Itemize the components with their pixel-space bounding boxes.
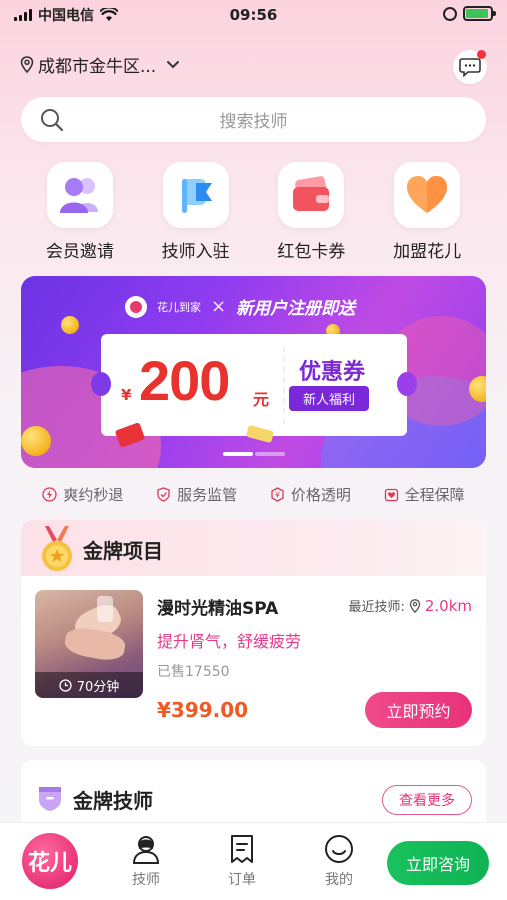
shield-badge-icon [39,787,61,811]
coin-decoration [61,316,79,334]
order-icon [231,835,253,863]
service-price: ¥399.00 [157,698,249,722]
price-tag-icon: ¥ [271,487,284,502]
location-pin-icon [409,598,421,613]
book-now-button[interactable]: 立即预约 [365,692,472,728]
tab-orders[interactable]: 订单 [212,833,272,889]
promo-banner[interactable]: 花儿到家 × 新用户注册即送 ¥ 200 元 优惠券 新人福利 [21,276,486,468]
location-selector[interactable]: 成都市金牛区... [20,52,180,77]
battery-icon [463,6,496,21]
carousel-dot [254,452,285,456]
tab-home-logo[interactable]: 花儿 [22,833,78,889]
service-tagline: 提升肾气，舒缓疲劳 [157,632,302,651]
quick-nav-label: 红包卡券 [277,242,346,262]
carousel-indicator [222,452,285,456]
messages-button[interactable] [453,50,487,84]
coin-decoration [21,426,51,456]
brand-name: 花儿到家 [157,300,201,314]
gold-projects-header: 金牌项目 [21,520,486,576]
carrier-name: 中国电信 [38,8,94,24]
quick-nav-technician-join[interactable]: 技师入驻 [146,162,246,262]
coupon-currency: ¥ [121,386,132,404]
signal-icon [14,9,32,21]
rotation-lock-icon [443,6,457,21]
status-bar: 中国电信 09:56 [0,0,507,30]
banner-header: 花儿到家 × 新用户注册即送 [125,294,355,319]
tab-profile[interactable]: 我的 [309,833,369,889]
feature-transparent-price: ¥ 价格透明 [270,484,351,505]
coupon-divider [283,346,285,424]
quick-nav-members[interactable]: 会员邀请 [30,162,130,262]
coupon-unit: 元 [253,390,270,409]
quick-nav-label: 技师入驻 [161,242,230,262]
quick-nav-label: 加盟花儿 [393,242,462,262]
search-bar[interactable]: 搜索技师 [21,97,486,142]
medal-icon [42,526,72,571]
coupon-amount: 200 [139,349,230,412]
feature-supervision: 服务监管 [156,484,237,505]
service-guarantees: 爽约秒退 服务监管 ¥ 价格透明 全程保障 [0,484,507,505]
location-pin-icon [20,56,34,73]
unread-dot [477,50,486,59]
status-time: 09:56 [229,6,278,24]
nearest-technician: 最近技师: 2.0km [348,596,472,616]
flag-icon [162,162,229,228]
feature-instant-refund: 爽约秒退 [42,484,123,505]
chevron-down-icon [167,60,180,68]
gold-projects-section: 金牌项目 70分钟 漫时光精油SPA 最近技师: 2.0km 提升肾气，舒缓疲劳… [21,520,486,746]
quick-nav-franchise[interactable]: 加盟花儿 [377,162,477,262]
svg-text:¥: ¥ [275,491,280,500]
duration-tag: 70分钟 [35,672,143,698]
view-more-button[interactable]: 查看更多 [382,785,472,815]
feature-full-protection: 全程保障 [384,484,465,505]
search-placeholder: 搜索技师 [219,112,288,132]
service-thumbnail[interactable]: 70分钟 [35,590,143,698]
person-icon [132,836,160,864]
section-title: 金牌技师 [73,789,153,813]
tab-technicians[interactable]: 技师 [116,833,176,889]
banner-headline: 新用户注册即送 [236,299,356,319]
sold-count: 已售17550 [157,664,230,680]
location-label: 成都市金牛区... [38,57,157,77]
heart-box-icon [384,488,398,502]
distance: 2.0km [424,596,472,615]
section-title: 金牌项目 [83,539,163,563]
search-icon [41,109,64,132]
bottom-tab-bar: 花儿 技师 订单 我的 立即咨询 [0,822,507,900]
wallet-icon [278,162,345,228]
lightning-icon [42,487,58,502]
cross-icon: × [211,296,227,317]
members-icon [46,162,113,228]
chat-icon [459,58,481,77]
heart-icon [394,162,461,228]
coupon-label: 优惠券 [299,360,366,385]
brand-logo [125,295,147,318]
coupon-ticket: ¥ 200 元 优惠券 新人福利 [91,334,417,436]
wifi-icon [100,8,118,21]
shield-check-icon [157,487,170,502]
newbie-badge: 新人福利 [289,386,370,411]
smile-icon [325,835,353,863]
clock-icon [59,678,72,692]
quick-nav-coupons[interactable]: 红包卡券 [261,162,361,262]
quick-nav: 会员邀请 技师入驻 红包卡券 加盟花儿 [0,162,507,262]
quick-nav-label: 会员邀请 [45,242,114,262]
consult-now-button[interactable]: 立即咨询 [387,841,489,885]
service-name[interactable]: 漫时光精油SPA [157,594,278,619]
carousel-dot-active [222,452,253,456]
